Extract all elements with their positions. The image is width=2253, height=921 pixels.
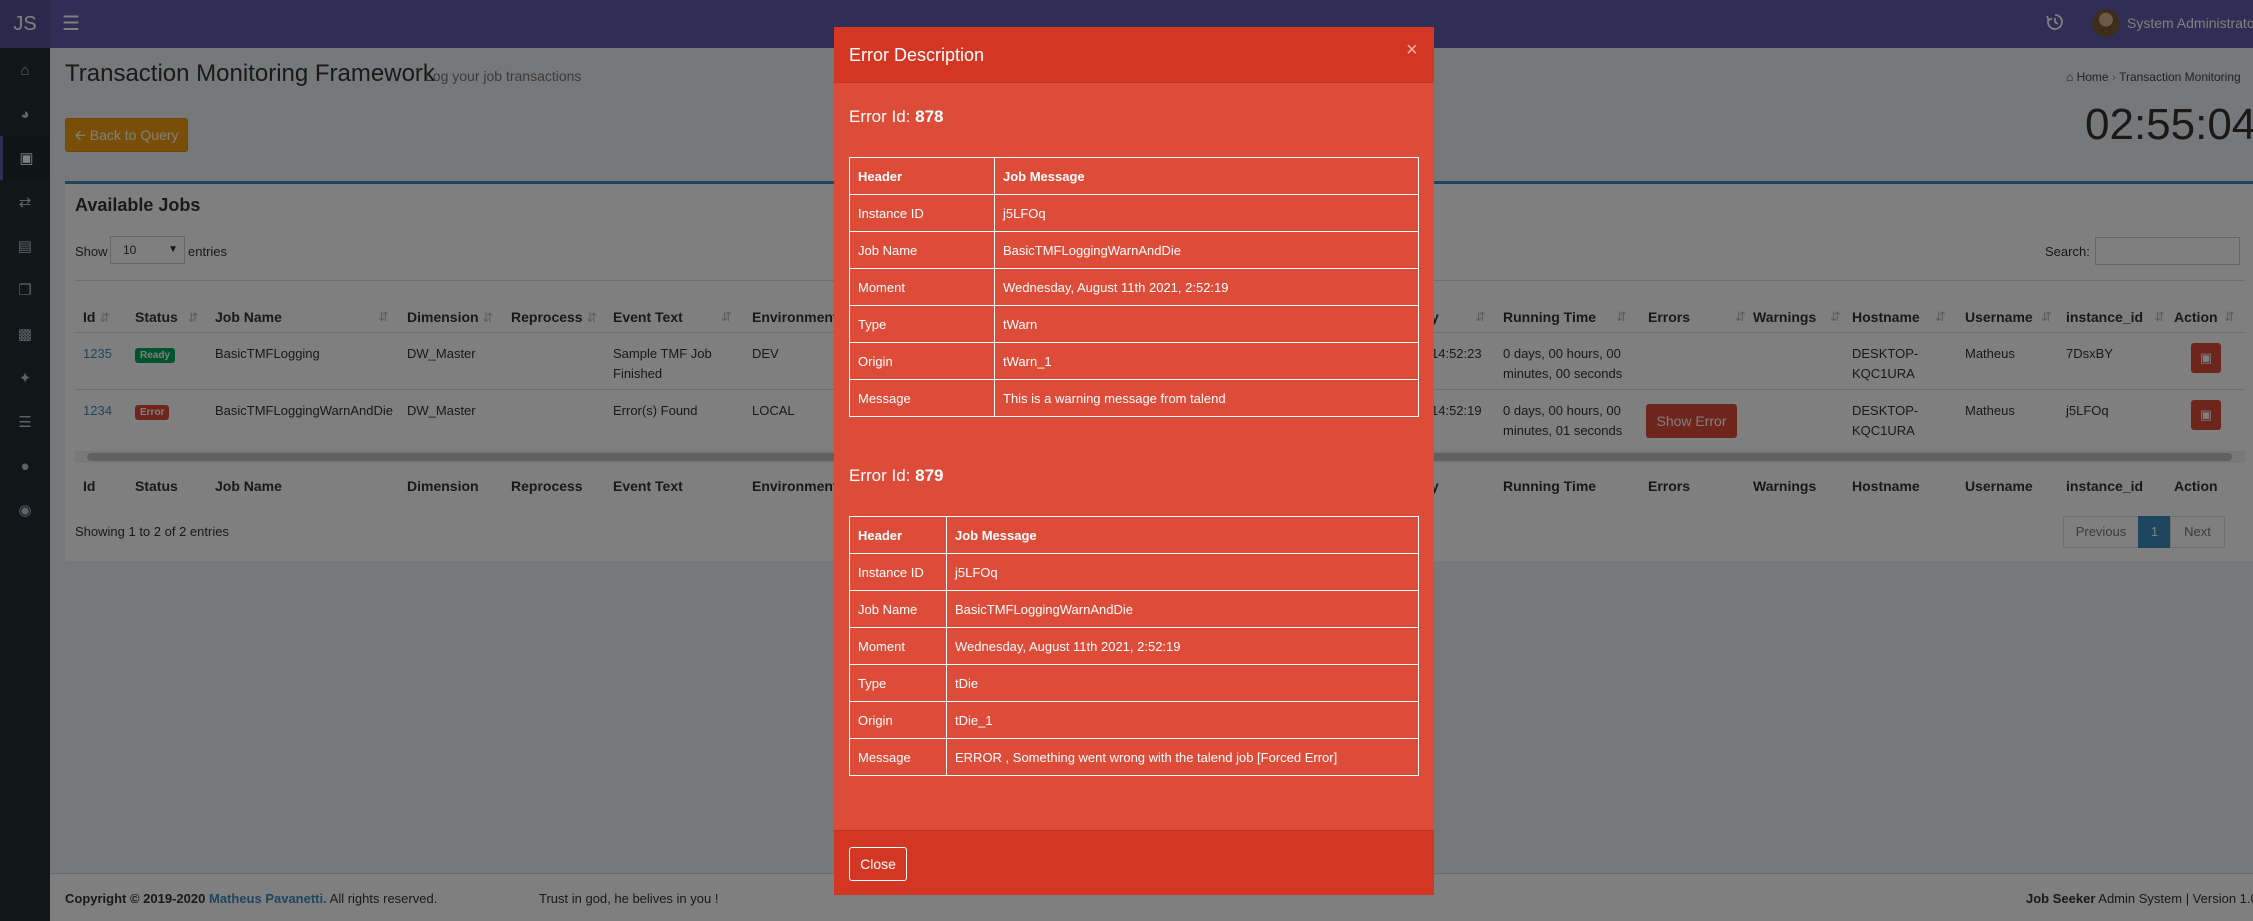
table-row: Message This is a warning message from ta… — [849, 379, 1419, 417]
row-value: BasicTMFLoggingWarnAndDie — [994, 231, 1419, 269]
table-row: Job Name BasicTMFLoggingWarnAndDie — [849, 231, 1419, 269]
message-col: Job Message — [946, 516, 1419, 554]
row-key: Origin — [849, 342, 995, 380]
table-row: Instance ID j5LFOq — [849, 194, 1419, 232]
modal-footer: Close — [834, 830, 1434, 895]
row-value: tWarn — [994, 305, 1419, 343]
table-row: Type tWarn — [849, 305, 1419, 343]
table-header-row: Header Job Message — [849, 157, 1419, 195]
table-row: Type tDie — [849, 664, 1419, 702]
error-description-modal: Error Description × Error Id: 878 Header… — [834, 27, 1434, 895]
table-row: Moment Wednesday, August 11th 2021, 2:52:… — [849, 627, 1419, 665]
table-row: Origin tDie_1 — [849, 701, 1419, 739]
modal-title: Error Description — [849, 45, 985, 65]
modal-header: Error Description × — [834, 27, 1434, 83]
row-value: tWarn_1 — [994, 342, 1419, 380]
header-col: Header — [849, 157, 995, 195]
error-id-label: Error Id: — [849, 107, 911, 126]
row-key: Moment — [849, 627, 947, 665]
table-row: Origin tWarn_1 — [849, 342, 1419, 380]
row-value: This is a warning message from talend — [994, 379, 1419, 417]
row-key: Instance ID — [849, 553, 947, 591]
error-table: Header Job Message Instance ID j5LFOq Job… — [849, 157, 1419, 417]
row-value: Wednesday, August 11th 2021, 2:52:19 — [994, 268, 1419, 306]
row-key: Job Name — [849, 590, 947, 628]
error-id-heading: Error Id: 879 — [849, 466, 944, 486]
table-row: Message ERROR , Something went wrong with… — [849, 738, 1419, 776]
row-key: Type — [849, 305, 995, 343]
row-value: BasicTMFLoggingWarnAndDie — [946, 590, 1419, 628]
row-value: tDie_1 — [946, 701, 1419, 739]
error-id-value: 879 — [915, 466, 944, 485]
error-id-value: 878 — [915, 107, 944, 126]
header-col: Header — [849, 516, 947, 554]
row-key: Message — [849, 379, 995, 417]
table-row: Moment Wednesday, August 11th 2021, 2:52:… — [849, 268, 1419, 306]
row-value: j5LFOq — [994, 194, 1419, 232]
row-key: Job Name — [849, 231, 995, 269]
error-table: Header Job Message Instance ID j5LFOq Job… — [849, 516, 1419, 776]
table-header-row: Header Job Message — [849, 516, 1419, 554]
error-id-label: Error Id: — [849, 466, 911, 485]
table-row: Instance ID j5LFOq — [849, 553, 1419, 591]
row-value: j5LFOq — [946, 553, 1419, 591]
row-value: ERROR , Something went wrong with the ta… — [946, 738, 1419, 776]
row-value: Wednesday, August 11th 2021, 2:52:19 — [946, 627, 1419, 665]
row-key: Type — [849, 664, 947, 702]
row-key: Message — [849, 738, 947, 776]
message-col: Job Message — [994, 157, 1419, 195]
table-row: Job Name BasicTMFLoggingWarnAndDie — [849, 590, 1419, 628]
close-icon[interactable]: × — [1406, 39, 1418, 62]
close-button[interactable]: Close — [849, 847, 907, 881]
row-key: Origin — [849, 701, 947, 739]
row-key: Moment — [849, 268, 995, 306]
error-id-heading: Error Id: 878 — [849, 107, 944, 127]
row-key: Instance ID — [849, 194, 995, 232]
row-value: tDie — [946, 664, 1419, 702]
